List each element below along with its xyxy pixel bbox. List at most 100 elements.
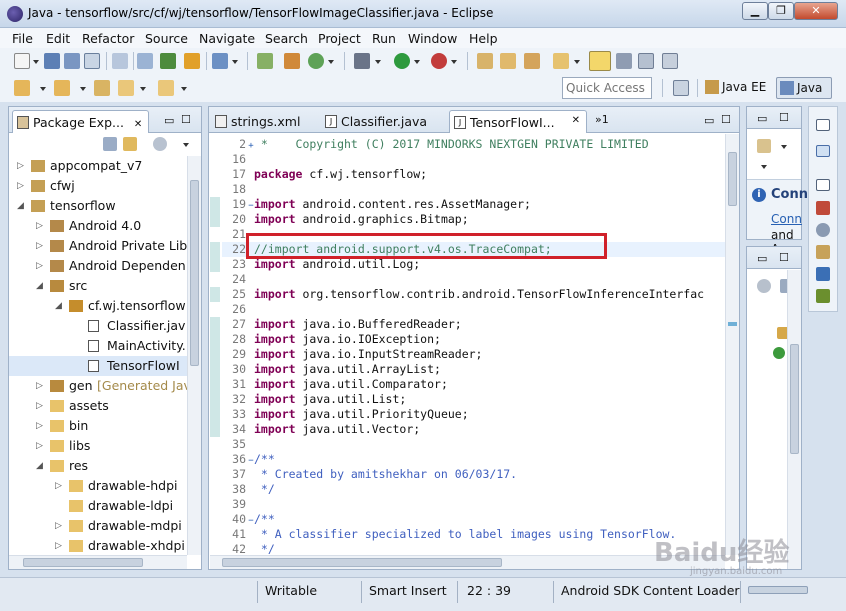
restore-icon[interactable] <box>816 119 830 131</box>
expand-arrow-icon[interactable]: ▷ <box>36 416 46 436</box>
tree-item[interactable]: ▷ Android 4.0 <box>9 216 187 236</box>
view-menu-icon[interactable] <box>183 143 189 147</box>
collapse-arrow-icon[interactable]: ◢ <box>17 196 27 216</box>
open-perspective-icon[interactable] <box>673 80 689 96</box>
expand-arrow-icon[interactable]: ▷ <box>36 376 46 396</box>
quick-access-input[interactable] <box>562 77 652 99</box>
menu-refactor[interactable]: Refactor <box>82 31 134 46</box>
maximize-view-icon[interactable]: ☐ <box>779 252 790 263</box>
close-icon[interactable]: ✕ <box>572 115 580 126</box>
open-type-icon[interactable] <box>477 53 493 69</box>
restore-icon[interactable] <box>816 179 830 191</box>
check-icon[interactable] <box>212 53 228 69</box>
console-icon[interactable] <box>816 267 830 281</box>
minimize-view-icon[interactable]: ▭ <box>704 115 715 126</box>
tab-package-explorer[interactable]: Package Exp... ✕ <box>12 110 150 133</box>
menu-source[interactable]: Source <box>145 31 188 46</box>
tab-overflow[interactable]: »1 <box>595 113 609 126</box>
show-whitespace-icon[interactable] <box>638 53 654 69</box>
maximize-view-icon[interactable]: ☐ <box>721 114 732 125</box>
menu-project[interactable]: Project <box>318 31 361 46</box>
tree-item[interactable]: ◢ tensorflow <box>9 196 187 216</box>
save-all-icon[interactable] <box>64 53 80 69</box>
new-java-project-icon[interactable] <box>257 53 273 69</box>
mark-occurrences-icon[interactable] <box>553 53 569 69</box>
toggle-highlight-icon[interactable] <box>589 51 611 71</box>
collapse-arrow-icon[interactable]: ◢ <box>36 456 46 476</box>
menu-window[interactable]: Window <box>408 31 457 46</box>
link-with-editor-icon[interactable] <box>123 137 137 151</box>
perspective-java-ee[interactable]: Java EE <box>702 77 770 99</box>
debug-icon[interactable] <box>354 53 370 69</box>
lint-icon[interactable] <box>184 53 200 69</box>
run-icon[interactable] <box>394 53 410 69</box>
editor-vertical-scrollbar[interactable] <box>725 134 739 555</box>
minimize-view-icon[interactable]: ▭ <box>164 115 175 126</box>
expand-arrow-icon[interactable]: ▷ <box>36 256 46 276</box>
print-icon[interactable] <box>84 53 100 69</box>
expand-arrow-icon[interactable]: ▷ <box>36 436 46 456</box>
paragraph-icon[interactable] <box>662 53 678 69</box>
collapse-all-icon[interactable] <box>103 137 117 151</box>
tree-item[interactable]: TensorFlowI <box>9 356 187 376</box>
maximize-button[interactable]: ❐ <box>768 2 794 20</box>
new-package-icon[interactable] <box>284 53 300 69</box>
tab-strings-xml[interactable]: strings.xml <box>211 110 306 133</box>
new-dropdown-icon[interactable] <box>33 60 39 64</box>
code-editor[interactable]: 2 + * Copyright (C) 2017 MINDORKS NEXTGEN… <box>210 134 725 555</box>
minimize-view-icon[interactable]: ▭ <box>757 253 768 264</box>
collapse-arrow-icon[interactable]: ◢ <box>36 276 46 296</box>
expand-arrow-icon[interactable]: ▷ <box>55 476 65 496</box>
tree-item[interactable]: ▷ assets <box>9 396 187 416</box>
menu-navigate[interactable]: Navigate <box>199 31 255 46</box>
tree-item[interactable]: ▷ drawable-mdpi <box>9 516 187 536</box>
console-icon[interactable] <box>112 53 128 69</box>
forward-icon[interactable] <box>158 80 174 96</box>
focus-icon[interactable] <box>153 137 167 151</box>
logcat-icon[interactable] <box>816 289 830 303</box>
tree-vertical-scrollbar[interactable] <box>187 156 201 555</box>
minimize-button[interactable]: ▁ <box>742 2 768 20</box>
tree-item[interactable]: MainActivity. <box>9 336 187 356</box>
previous-annotation-icon[interactable] <box>54 80 70 96</box>
perspective-java[interactable]: Java <box>776 77 832 99</box>
expand-arrow-icon[interactable]: ▷ <box>17 176 27 196</box>
tree-item[interactable]: drawable-ldpi <box>9 496 187 516</box>
minimize-view-icon[interactable]: ▭ <box>757 113 768 124</box>
tree-item[interactable]: ▷ cfwj <box>9 176 187 196</box>
tree-item[interactable]: Classifier.jav <box>9 316 187 336</box>
menu-file[interactable]: File <box>12 31 33 46</box>
expand-arrow-icon[interactable]: ▷ <box>17 156 27 176</box>
expand-arrow-icon[interactable]: ▷ <box>55 516 65 536</box>
back-icon[interactable] <box>118 80 134 96</box>
menu-edit[interactable]: Edit <box>46 31 70 46</box>
expand-arrow-icon[interactable]: ▷ <box>55 536 65 555</box>
tree-item[interactable]: ▷ gen [Generated Jav <box>9 376 187 396</box>
tree-item[interactable]: ▷ drawable-xhdpi <box>9 536 187 555</box>
expand-arrow-icon[interactable]: ▷ <box>36 396 46 416</box>
new-icon[interactable] <box>14 53 30 69</box>
tree-item[interactable]: ▷ appcompat_v7 <box>9 156 187 176</box>
problems-icon[interactable] <box>816 201 830 215</box>
android-sdk-icon[interactable] <box>137 53 153 69</box>
external-tools-icon[interactable] <box>431 53 447 69</box>
sync-icon[interactable] <box>757 279 771 293</box>
overview-marker[interactable] <box>728 322 737 326</box>
maximize-view-icon[interactable]: ☐ <box>181 114 192 125</box>
collapse-arrow-icon[interactable]: ◢ <box>55 296 65 316</box>
javadoc-icon[interactable] <box>816 223 830 237</box>
outline-icon[interactable] <box>757 139 771 153</box>
tree-horizontal-scrollbar[interactable] <box>9 555 187 569</box>
tree-item[interactable]: ▷ Android Private Lib <box>9 236 187 256</box>
new-class-icon[interactable] <box>308 53 324 69</box>
expand-arrow-icon[interactable]: ▷ <box>36 236 46 256</box>
menu-search[interactable]: Search <box>265 31 308 46</box>
tree-item[interactable]: ◢ src <box>9 276 187 296</box>
tree-item[interactable]: ◢ res <box>9 456 187 476</box>
search-icon[interactable] <box>524 53 540 69</box>
editor-horizontal-scrollbar[interactable] <box>210 555 725 569</box>
declaration-icon[interactable] <box>816 245 830 259</box>
tree-item[interactable]: ◢ cf.wj.tensorflow <box>9 296 187 316</box>
avd-manager-icon[interactable] <box>160 53 176 69</box>
block-selection-icon[interactable] <box>616 53 632 69</box>
